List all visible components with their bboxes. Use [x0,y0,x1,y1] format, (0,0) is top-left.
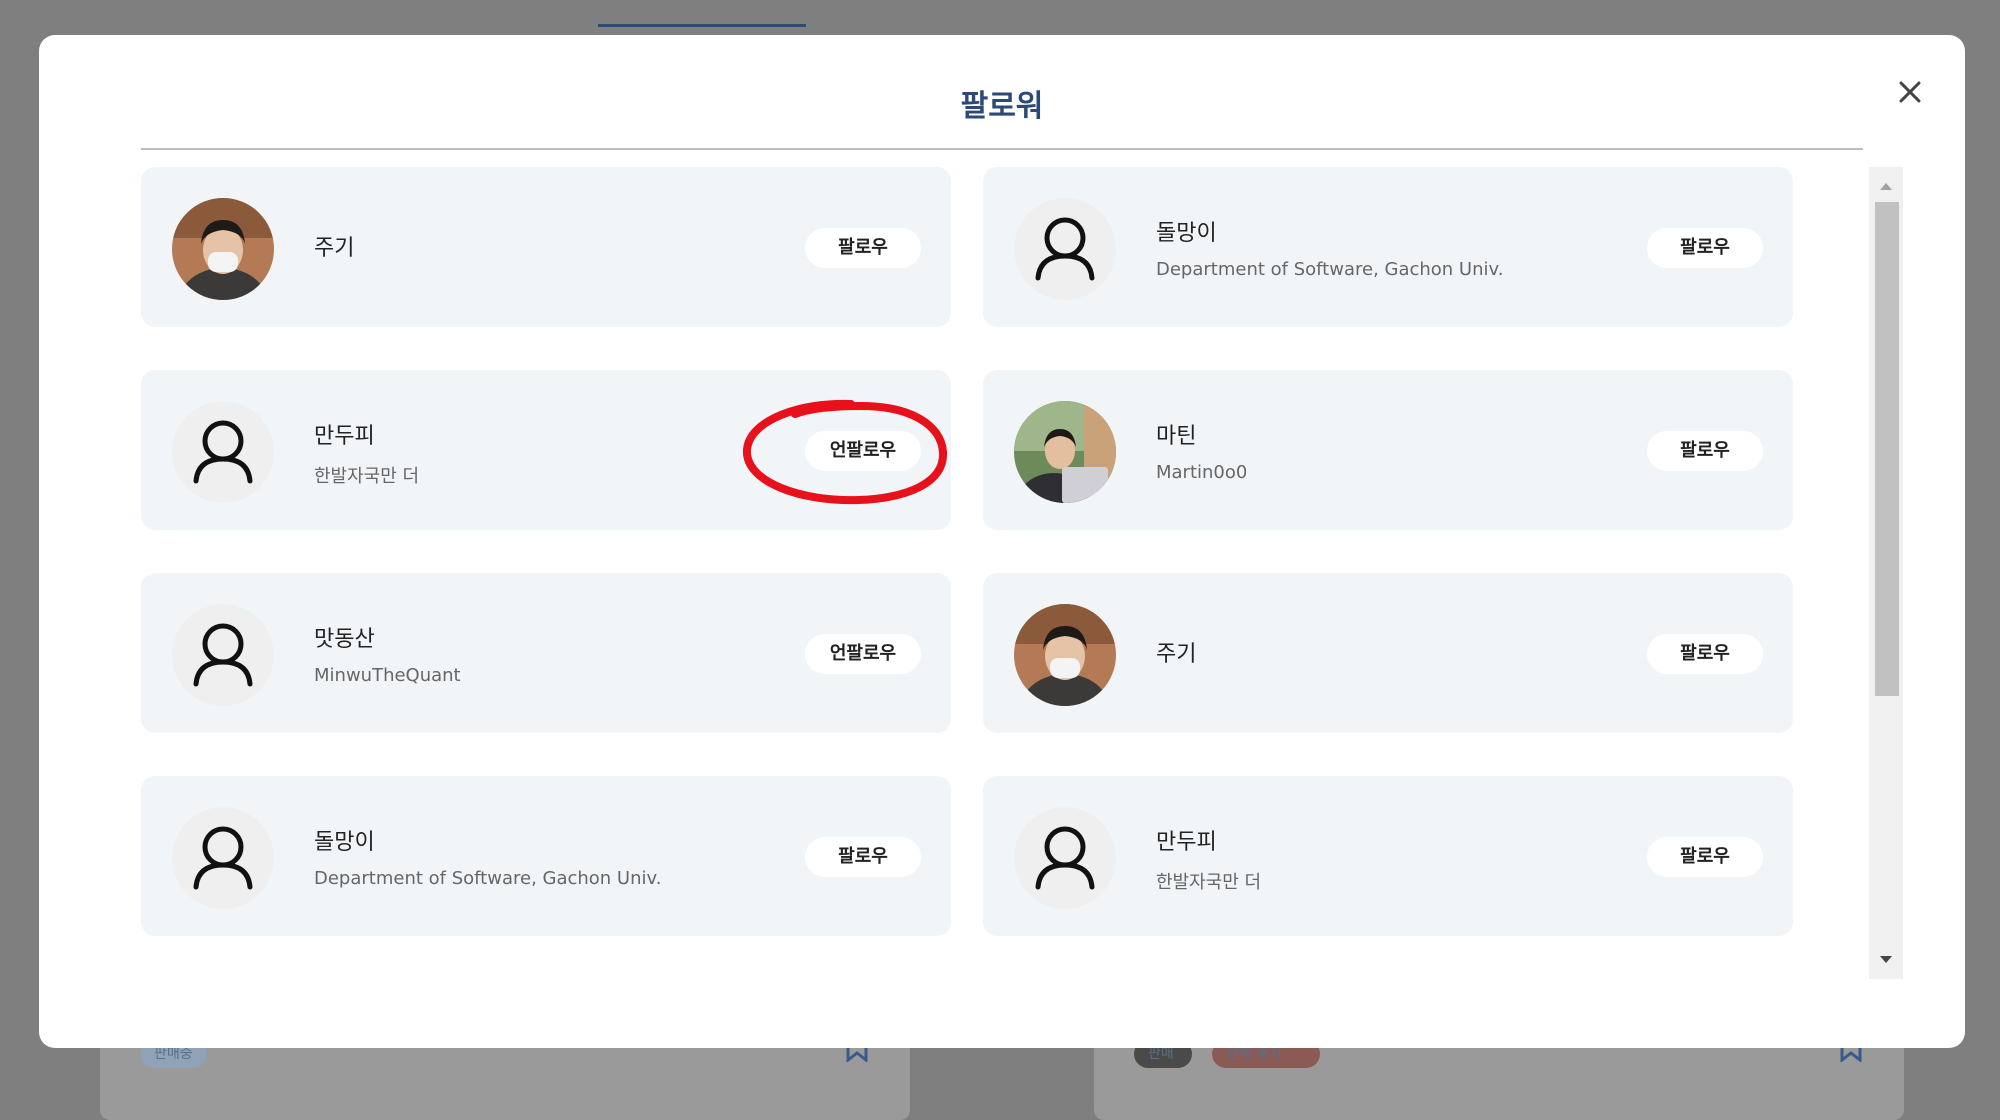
follower-card: 돌망이 Department of Software, Gachon Univ.… [983,167,1793,327]
follower-name: 만두피 [314,424,375,449]
follow-button[interactable]: 팔로우 [1647,634,1763,674]
close-icon [1899,81,1921,103]
follower-description: Department of Software, Gachon Univ. [1156,259,1504,280]
user-photo-icon [172,198,274,300]
avatar [1014,401,1116,503]
modal-title: 팔로워 [960,89,1044,124]
follower-card: 마틴 Martin0o0 팔로우 [983,370,1793,530]
avatar [172,604,274,706]
follower-card: 돌망이 Department of Software, Gachon Univ.… [141,776,951,936]
follow-button[interactable]: 팔로우 [1647,228,1763,268]
follow-button[interactable]: 팔로우 [805,228,921,268]
user-icon [193,623,253,687]
follower-name: 맛동산 [314,627,375,652]
follower-description: 한발자국만 더 [314,466,420,487]
caret-up-icon [1880,183,1892,190]
follower-name: 돌망이 [1156,221,1217,246]
scrollbar[interactable] [1869,167,1903,979]
user-photo-icon [1014,604,1116,706]
scroll-up-button[interactable] [1869,173,1903,199]
user-icon [1035,826,1095,890]
user-icon [1035,217,1095,281]
close-button[interactable] [1893,75,1927,109]
user-icon [193,420,253,484]
avatar [1014,807,1116,909]
background-tab-underline [598,24,806,27]
follower-card: 만두피 한발자국만 더 언팔로우 [141,370,951,530]
user-photo-icon [1014,401,1116,503]
follower-card: 만두피 한발자국만 더 팔로우 [983,776,1793,936]
follower-name: 주기 [1156,642,1197,667]
title-divider [141,148,1863,150]
avatar [172,807,274,909]
follower-card: 맛동산 MinwuTheQuant 언팔로우 [141,573,951,733]
avatar [172,198,274,300]
follower-name: 만두피 [1156,830,1217,855]
follower-description: 한발자국만 더 [1156,872,1262,893]
follower-description: Martin0o0 [1156,462,1248,483]
avatar [1014,198,1116,300]
follow-button[interactable]: 팔로우 [1647,837,1763,877]
follower-name: 돌망이 [314,830,375,855]
follower-list: 주기 팔로우 돌망이 Department of Software, Gacho… [141,167,1835,997]
avatar [172,401,274,503]
followers-modal: 팔로워 주기 팔로우 돌망이 Department of Software, G… [39,35,1965,1048]
follower-description: Department of Software, Gachon Univ. [314,868,662,889]
avatar [1014,604,1116,706]
follower-card: 주기 팔로우 [983,573,1793,733]
follower-name: 마틴 [1156,424,1197,449]
scroll-thumb[interactable] [1875,202,1899,696]
scroll-down-button[interactable] [1869,947,1903,973]
follower-card: 주기 팔로우 [141,167,951,327]
follow-button[interactable]: 팔로우 [805,837,921,877]
follow-button[interactable]: 팔로우 [1647,431,1763,471]
follower-name: 주기 [314,236,355,261]
caret-down-icon [1880,956,1892,963]
user-icon [193,826,253,890]
unfollow-button[interactable]: 언팔로우 [805,431,921,471]
unfollow-button[interactable]: 언팔로우 [805,634,921,674]
follower-description: MinwuTheQuant [314,665,461,686]
